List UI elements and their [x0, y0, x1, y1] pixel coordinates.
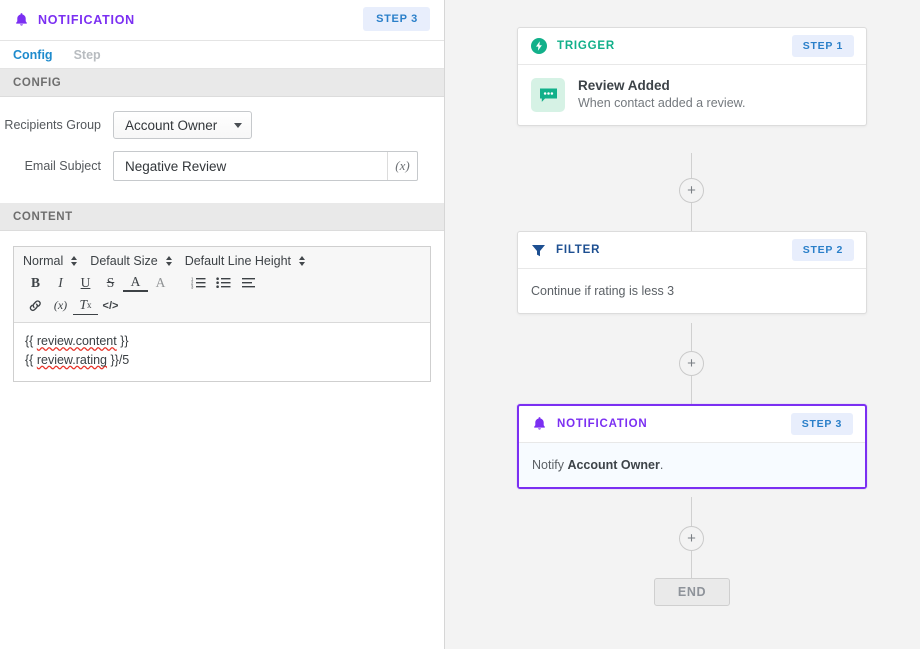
- toolbar-row-dropdowns: Normal Default Size Default Line Height: [23, 254, 421, 268]
- content-section-header: CONTENT: [0, 203, 444, 231]
- connector-line: [691, 497, 692, 526]
- size-select-label: Default Size: [90, 254, 158, 268]
- config-section-header: CONFIG: [0, 69, 444, 97]
- variable-review-rating: review.rating: [36, 352, 108, 367]
- connector-line: [691, 323, 692, 351]
- node-body-text: Review Added When contact added a review…: [578, 78, 745, 110]
- notify-recipient: Account Owner: [567, 458, 660, 472]
- recipients-group-row: Recipients Group Account Owner: [0, 111, 444, 139]
- node-header: NOTIFICATION STEP 3: [519, 406, 865, 443]
- bullet-list-icon[interactable]: [211, 272, 236, 293]
- highlight-color-icon[interactable]: A: [148, 272, 173, 293]
- add-step-button[interactable]: +: [679, 178, 704, 203]
- panel-title: NOTIFICATION: [38, 13, 135, 27]
- bell-icon: [14, 12, 29, 28]
- node-header: FILTER STEP 2: [518, 232, 866, 269]
- node-condition-text: Continue if rating is less 3: [531, 284, 675, 298]
- tab-step[interactable]: Step: [74, 48, 101, 62]
- workflow-editor: NOTIFICATION STEP 3 Config Step CONFIG R…: [0, 0, 920, 649]
- notify-suffix: .: [659, 458, 664, 472]
- editor-toolbar: Normal Default Size Default Line Height …: [14, 247, 430, 323]
- email-subject-row: Email Subject Negative Review (x): [0, 151, 444, 181]
- editor-content[interactable]: {{ review.content }} {{ review.rating }}…: [14, 323, 430, 381]
- variable-insert-icon[interactable]: (x): [387, 152, 417, 180]
- text-color-icon[interactable]: A: [123, 273, 148, 292]
- end-node[interactable]: END: [654, 578, 730, 606]
- node-notification[interactable]: NOTIFICATION STEP 3 Notify Account Owner…: [517, 404, 867, 489]
- node-body: Continue if rating is less 3: [518, 269, 866, 313]
- workflow-canvas: + + + TRIGGER STEP 1 Review Added When c…: [445, 0, 920, 649]
- panel-tabs: Config Step: [0, 41, 444, 69]
- line-height-select-label: Default Line Height: [184, 254, 292, 268]
- add-step-button[interactable]: +: [679, 526, 704, 551]
- variable-review-content: review.content: [36, 334, 117, 348]
- connector-line: [691, 551, 692, 578]
- node-description: When contact added a review.: [578, 96, 746, 110]
- notify-prefix: Notify: [532, 458, 568, 472]
- variable-icon[interactable]: (x): [48, 295, 73, 316]
- recipients-group-label: Recipients Group: [4, 118, 101, 132]
- clear-format-icon[interactable]: Tx: [73, 297, 98, 315]
- funnel-icon: [531, 243, 546, 258]
- chat-bubble-icon: [531, 78, 565, 112]
- node-header: TRIGGER STEP 1: [518, 28, 866, 65]
- connector-line: [691, 203, 692, 231]
- node-step-badge: STEP 3: [790, 413, 853, 435]
- align-icon[interactable]: [236, 272, 261, 293]
- recipients-group-value: Account Owner: [125, 117, 218, 133]
- connector-line: [691, 153, 692, 178]
- format-select[interactable]: Normal: [23, 254, 78, 268]
- updown-icon: [165, 256, 172, 266]
- add-step-button[interactable]: +: [679, 351, 704, 376]
- updown-icon: [71, 256, 78, 266]
- panel-header: NOTIFICATION STEP 3: [0, 0, 444, 41]
- toolbar-row-format: B I U S A A 1 2 3: [23, 272, 421, 293]
- email-subject-label: Email Subject: [24, 159, 101, 173]
- size-select[interactable]: Default Size: [90, 254, 172, 268]
- italic-icon[interactable]: I: [48, 272, 73, 293]
- panel-step-badge: STEP 3: [363, 7, 430, 31]
- chevron-down-icon: [234, 122, 242, 128]
- ordered-list-icon[interactable]: 1 2 3: [186, 272, 211, 293]
- node-filter[interactable]: FILTER STEP 2 Continue if rating is less…: [517, 231, 867, 314]
- node-step-badge: STEP 2: [791, 239, 854, 261]
- underline-icon[interactable]: U: [73, 272, 98, 293]
- svg-text:3: 3: [191, 285, 194, 289]
- node-kind-label: NOTIFICATION: [557, 418, 648, 430]
- node-trigger[interactable]: TRIGGER STEP 1 Review Added When contact…: [517, 27, 867, 126]
- tab-config[interactable]: Config: [13, 48, 53, 62]
- node-title: Review Added: [578, 78, 670, 93]
- updown-icon: [299, 256, 306, 266]
- node-step-badge: STEP 1: [791, 35, 854, 57]
- rich-text-editor: Normal Default Size Default Line Height …: [13, 246, 431, 382]
- config-form: Recipients Group Account Owner Email Sub…: [0, 97, 444, 203]
- node-body: Review Added When contact added a review…: [518, 65, 866, 125]
- node-body: Notify Account Owner.: [519, 443, 865, 487]
- email-subject-value: Negative Review: [125, 158, 227, 174]
- bold-icon[interactable]: B: [23, 272, 48, 293]
- format-select-label: Normal: [23, 254, 64, 268]
- node-kind-label: FILTER: [556, 244, 601, 256]
- email-subject-input[interactable]: Negative Review (x): [113, 151, 418, 181]
- connector-line: [691, 376, 692, 404]
- toolbar-row-insert: (x) Tx </>: [23, 295, 421, 316]
- bell-icon: [532, 416, 547, 432]
- step-config-panel: NOTIFICATION STEP 3 Config Step CONFIG R…: [0, 0, 445, 649]
- node-kind-label: TRIGGER: [557, 40, 615, 52]
- node-action-text: Notify Account Owner.: [532, 456, 663, 474]
- strikethrough-icon[interactable]: S: [98, 272, 123, 293]
- link-icon[interactable]: [23, 295, 48, 316]
- recipients-group-select[interactable]: Account Owner: [113, 111, 252, 139]
- editor-line: {{ review.content }}: [25, 334, 129, 348]
- line-height-select[interactable]: Default Line Height: [184, 254, 306, 268]
- lightning-bolt-icon: [531, 38, 547, 54]
- editor-line: {{ review.rating }}/5: [25, 352, 130, 367]
- code-view-icon[interactable]: </>: [98, 295, 123, 316]
